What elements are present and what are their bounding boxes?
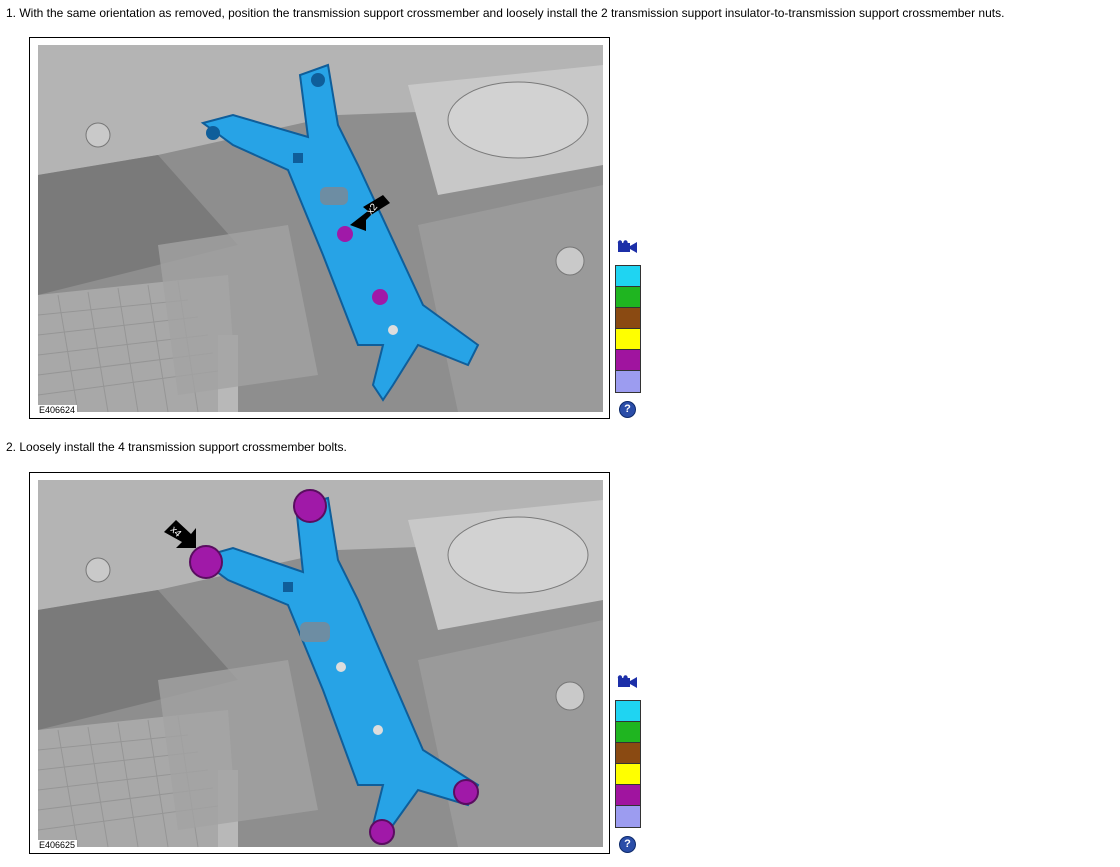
step-1-text: 1. With the same orientation as removed,… — [6, 6, 1005, 20]
legend-swatch — [616, 329, 640, 350]
crossmember-bolt-4 — [369, 819, 395, 845]
help-icon[interactable]: ? — [619, 836, 636, 853]
color-legend-2 — [615, 700, 641, 828]
figure-1: x2 E406624 — [29, 37, 610, 419]
legend-swatch — [616, 371, 640, 392]
figure-2: x4 E406625 — [29, 472, 610, 854]
crossmember-bolt-2 — [293, 489, 327, 523]
color-legend-1 — [615, 265, 641, 393]
legend-swatch — [616, 785, 640, 806]
legend-swatch — [616, 701, 640, 722]
crossmember-bolt-1 — [189, 545, 223, 579]
insulator-nut-2 — [372, 289, 388, 305]
legend-swatch — [616, 308, 640, 329]
legend-swatch — [616, 806, 640, 827]
figure-2-id: E406625 — [37, 840, 78, 850]
video-camera-icon[interactable] — [616, 240, 638, 254]
legend-swatch — [616, 266, 640, 287]
legend-swatch — [616, 287, 640, 308]
legend-swatch — [616, 350, 640, 371]
insulator-nut-1 — [337, 226, 353, 242]
video-camera-icon[interactable] — [616, 675, 638, 689]
figure-1-id: E406624 — [37, 405, 78, 415]
legend-2: ? — [615, 675, 641, 853]
legend-swatch — [616, 722, 640, 743]
legend-swatch — [616, 764, 640, 785]
step-2-text: 2. Loosely install the 4 transmission su… — [6, 440, 347, 454]
crossmember-bolt-3 — [453, 779, 479, 805]
help-icon[interactable]: ? — [619, 401, 636, 418]
legend-swatch — [616, 743, 640, 764]
legend-1: ? — [615, 240, 641, 418]
figure-1-illustration: x2 — [38, 45, 603, 412]
figure-2-illustration: x4 — [38, 480, 603, 847]
